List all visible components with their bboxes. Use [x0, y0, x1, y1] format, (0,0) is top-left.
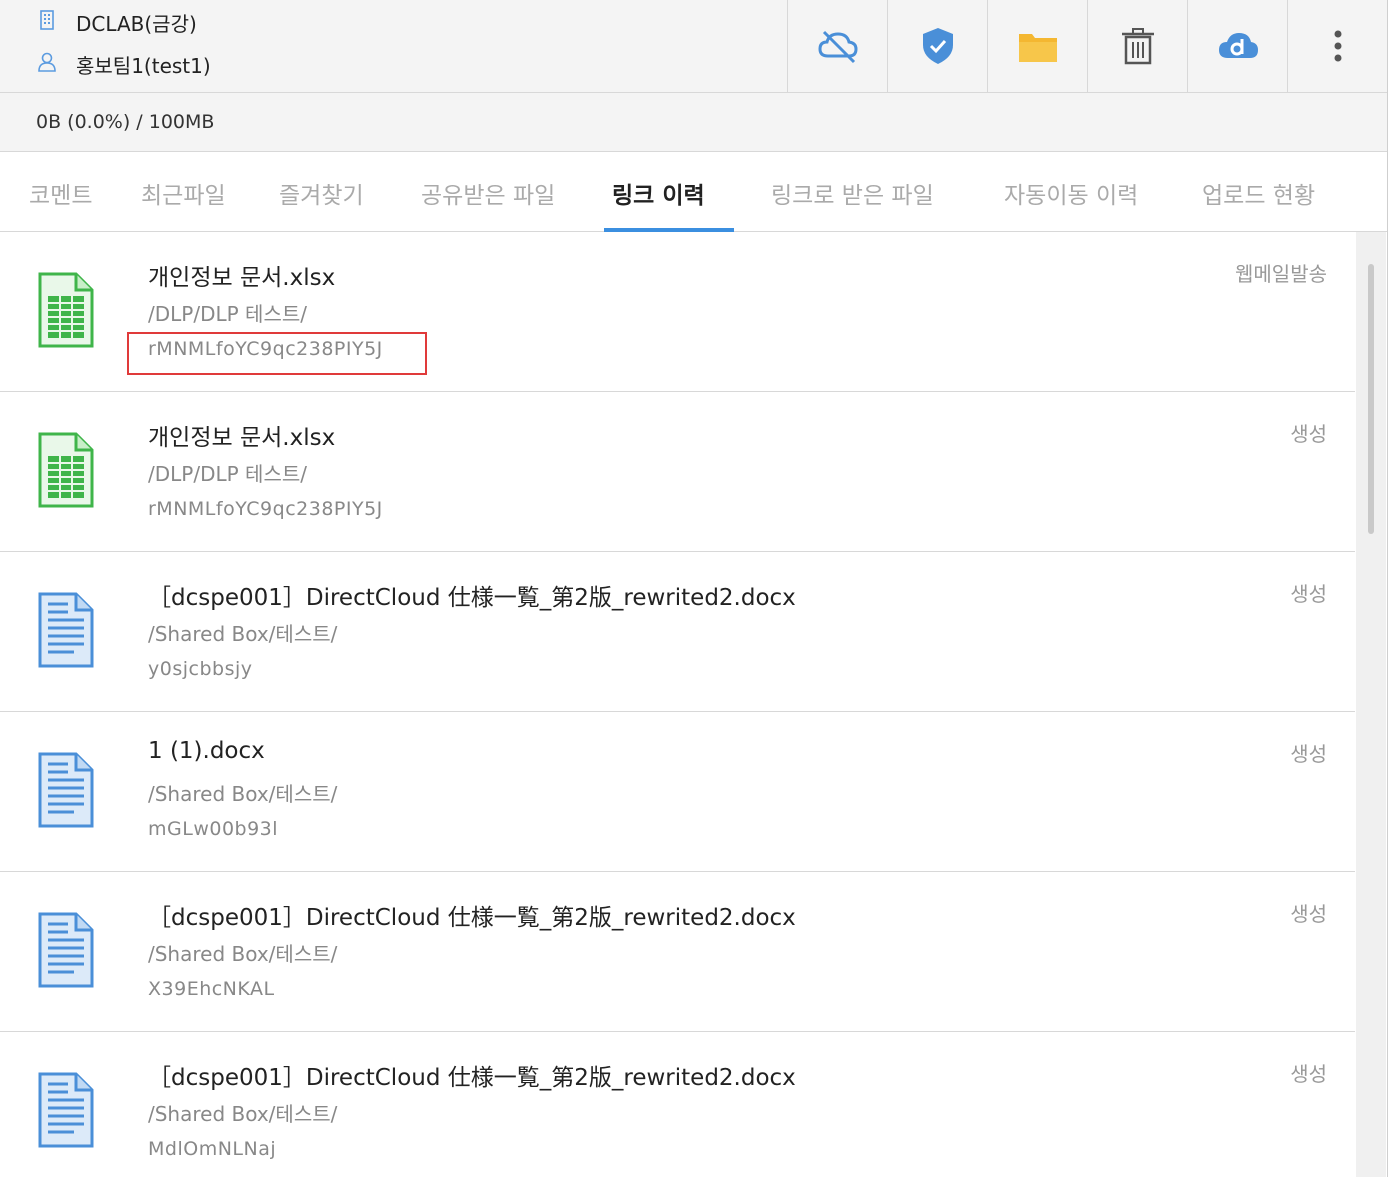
- tab-bar: 코멘트 최근파일 즐겨찾기 공유받은 파일 링크 이력 링크로 받은 파일 자동…: [0, 152, 1387, 232]
- toolbar: [787, 0, 1387, 92]
- link-code[interactable]: y0sjcbbsjy: [148, 658, 253, 680]
- user-icon: [36, 51, 58, 78]
- link-code[interactable]: rMNMLfoYC9qc238PIY5J: [148, 498, 383, 520]
- file-name: 1 (1).docx: [148, 738, 265, 764]
- link-action: 생성: [1290, 902, 1327, 926]
- user-row[interactable]: 홍보팀1(test1): [36, 50, 211, 79]
- link-action: 생성: [1290, 742, 1327, 766]
- docx-file-icon: [38, 912, 94, 988]
- link-code[interactable]: mGLw00b93l: [148, 818, 278, 840]
- link-action: 웹메일발송: [1235, 262, 1327, 286]
- cloud-off-button[interactable]: [787, 0, 887, 92]
- file-name: ［dcspe001］DirectCloud 仕様一覧_第2版_rewrited2…: [148, 585, 796, 611]
- list-item[interactable]: ［dcspe001］DirectCloud 仕様一覧_第2版_rewrited2…: [0, 552, 1355, 712]
- folder-button[interactable]: [987, 0, 1087, 92]
- org-name: DCLAB(금강): [76, 12, 197, 36]
- file-path: /Shared Box/테스트/: [148, 782, 338, 806]
- list-item[interactable]: 개인정보 문서.xlsx /DLP/DLP 테스트/ rMNMLfoYC9qc2…: [0, 392, 1355, 552]
- security-button[interactable]: [887, 0, 987, 92]
- list-item[interactable]: 개인정보 문서.xlsx /DLP/DLP 테스트/ rMNMLfoYC9qc2…: [0, 232, 1355, 392]
- tab-link-received-files[interactable]: 링크로 받은 파일: [771, 176, 934, 210]
- shield-check-icon: [922, 28, 953, 64]
- header: DCLAB(금강) 홍보팀1(test1): [0, 0, 1387, 93]
- trash-icon: [1121, 28, 1154, 65]
- docx-file-icon: [38, 1072, 94, 1148]
- xlsx-file-icon: [38, 432, 94, 508]
- link-action: 생성: [1290, 422, 1327, 446]
- storage-quota: 0B (0.0%) / 100MB: [0, 93, 1387, 152]
- file-path: /DLP/DLP 테스트/: [148, 462, 307, 486]
- quota-text: 0B (0.0%) / 100MB: [36, 111, 215, 133]
- list-scrollbar[interactable]: [1356, 232, 1386, 1177]
- tab-upload-status[interactable]: 업로드 현황: [1202, 176, 1315, 210]
- scrollbar-thumb[interactable]: [1368, 264, 1374, 534]
- building-icon: [36, 9, 58, 36]
- trash-button[interactable]: [1087, 0, 1187, 92]
- tab-link-history[interactable]: 링크 이력: [612, 176, 705, 210]
- tab-auto-move-history[interactable]: 자동이동 이력: [1004, 176, 1138, 210]
- folder-icon: [1018, 34, 1057, 62]
- file-path: /Shared Box/테스트/: [148, 942, 338, 966]
- user-name: 홍보팀1(test1): [76, 54, 211, 78]
- docx-file-icon: [38, 592, 94, 668]
- file-name: ［dcspe001］DirectCloud 仕様一覧_第2版_rewrited2…: [148, 1065, 796, 1091]
- file-name: 개인정보 문서.xlsx: [148, 425, 336, 451]
- list-item[interactable]: ［dcspe001］DirectCloud 仕様一覧_第2版_rewrited2…: [0, 872, 1355, 1032]
- tab-recent-files[interactable]: 최근파일: [141, 176, 226, 210]
- tab-shared-files[interactable]: 공유받은 파일: [421, 176, 555, 210]
- link-action: 생성: [1290, 582, 1327, 606]
- tab-favorites[interactable]: 즐겨찾기: [279, 176, 364, 210]
- org-row[interactable]: DCLAB(금강): [36, 8, 197, 37]
- directcloud-button[interactable]: [1187, 0, 1287, 92]
- link-history-list: 개인정보 문서.xlsx /DLP/DLP 테스트/ rMNMLfoYC9qc2…: [0, 232, 1355, 1177]
- cloud-off-icon: [817, 30, 858, 64]
- list-item[interactable]: ［dcspe001］DirectCloud 仕様一覧_第2版_rewrited2…: [0, 1032, 1355, 1177]
- highlight-box: [127, 332, 427, 375]
- link-code[interactable]: X39EhcNKAL: [148, 978, 275, 1000]
- file-path: /Shared Box/테스트/: [148, 1102, 338, 1126]
- file-path: /DLP/DLP 테스트/: [148, 302, 307, 326]
- file-path: /Shared Box/테스트/: [148, 622, 338, 646]
- file-name: ［dcspe001］DirectCloud 仕様一覧_第2版_rewrited2…: [148, 905, 796, 931]
- more-button[interactable]: [1287, 0, 1387, 92]
- list-item[interactable]: 1 (1).docx /Shared Box/테스트/ mGLw00b93l 생…: [0, 712, 1355, 872]
- xlsx-file-icon: [38, 272, 94, 348]
- more-vertical-icon: [1334, 30, 1341, 62]
- link-action: 생성: [1290, 1062, 1327, 1086]
- window-edge: [1387, 0, 1397, 1177]
- link-code[interactable]: MdlOmNLNaj: [148, 1138, 276, 1160]
- file-name: 개인정보 문서.xlsx: [148, 265, 336, 291]
- tab-comments[interactable]: 코멘트: [29, 176, 92, 210]
- docx-file-icon: [38, 752, 94, 828]
- cloud-d-icon: [1218, 33, 1258, 58]
